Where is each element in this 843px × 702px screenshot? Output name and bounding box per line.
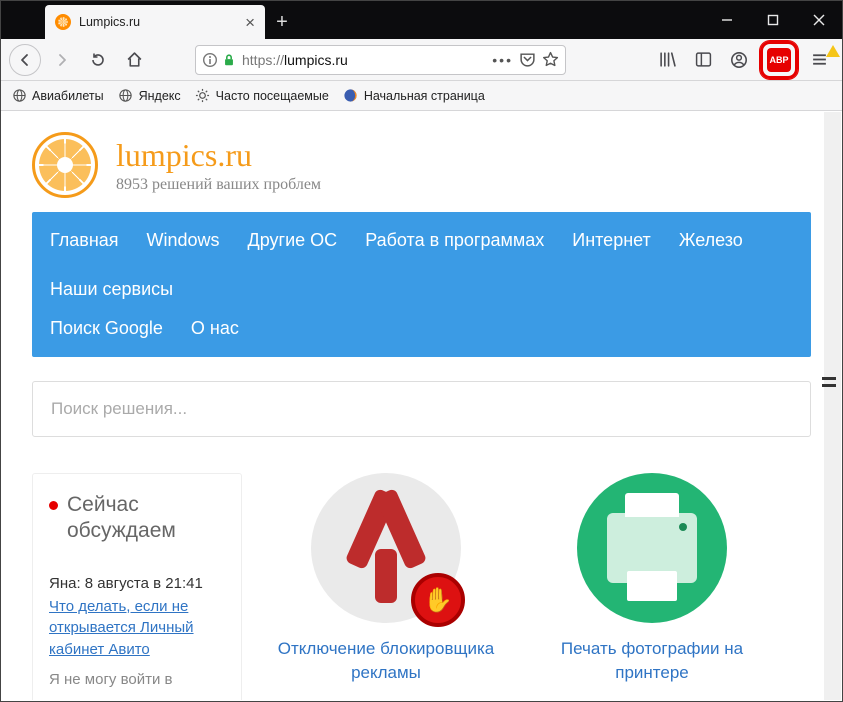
nav-item[interactable]: О нас	[191, 318, 239, 339]
nav-item[interactable]: Интернет	[572, 230, 651, 251]
discuss-title: Сейчас обсуждаем	[49, 492, 225, 545]
home-button[interactable]	[119, 45, 149, 75]
article-card[interactable]: ✋ Отключение блокировщика рекламы	[266, 473, 506, 685]
site-identity[interactable]	[202, 52, 236, 68]
nav-item[interactable]: Железо	[679, 230, 743, 251]
card-image-icon: ✋	[311, 473, 461, 623]
site-logo-icon[interactable]	[32, 132, 98, 198]
gear-icon	[195, 88, 211, 104]
abp-extension-button[interactable]: ABP	[767, 48, 791, 72]
nav-item[interactable]: Поиск Google	[50, 318, 163, 339]
maximize-button[interactable]	[750, 1, 796, 39]
sidebar-icon[interactable]	[688, 45, 718, 75]
site-tagline: 8953 решений ваших проблем	[116, 176, 321, 194]
card-image-icon	[577, 473, 727, 623]
globe-icon	[11, 88, 27, 104]
tab-title: Lumpics.ru	[79, 15, 140, 29]
browser-tab[interactable]: Lumpics.ru ×	[45, 5, 265, 39]
nav-item[interactable]: Другие ОС	[248, 230, 338, 251]
abp-extension-highlight: ABP	[760, 41, 798, 79]
bookmark-start-page[interactable]: Начальная страница	[343, 88, 485, 104]
nav-item[interactable]: Наши сервисы	[50, 279, 173, 300]
info-icon	[202, 52, 218, 68]
nav-item[interactable]: Windows	[147, 230, 220, 251]
minimize-button[interactable]	[704, 1, 750, 39]
discuss-widget: Сейчас обсуждаем Яна: 8 августа в 21:41 …	[32, 473, 242, 700]
bookmark-most-visited[interactable]: Часто посещаемые	[195, 88, 329, 104]
site-title[interactable]: lumpics.ru	[116, 137, 321, 174]
bookmarks-toolbar: Авиабилеты Яндекс Часто посещаемые Начал…	[1, 81, 842, 111]
forward-button[interactable]	[47, 45, 77, 75]
nav-item[interactable]: Работа в программах	[365, 230, 544, 251]
bookmark-label: Авиабилеты	[32, 89, 104, 103]
url-text: https://lumpics.ru	[242, 52, 486, 68]
globe-icon	[118, 88, 134, 104]
library-icon[interactable]	[652, 45, 682, 75]
close-tab-icon[interactable]: ×	[245, 14, 255, 31]
site-nav: Главная Windows Другие ОС Работа в прогр…	[32, 212, 811, 357]
page-content: lumpics.ru 8953 решений ваших проблем Гл…	[2, 112, 841, 700]
nav-toolbar: https://lumpics.ru ••• ABP	[1, 39, 842, 81]
bookmark-label: Начальная страница	[364, 89, 485, 103]
site-search-input[interactable]: Поиск решения...	[32, 381, 811, 437]
toolbar-right: ABP	[652, 41, 834, 79]
discuss-link[interactable]: Что делать, если не открывается Личный к…	[49, 596, 225, 661]
search-placeholder: Поиск решения...	[51, 399, 187, 419]
close-window-button[interactable]	[796, 1, 842, 39]
bookmark-yandex[interactable]: Яндекс	[118, 88, 181, 104]
article-card[interactable]: Печать фотографии на принтере	[532, 473, 772, 685]
tab-strip: Lumpics.ru × +	[45, 1, 299, 39]
bookmark-star-icon[interactable]	[542, 51, 559, 68]
site-header: lumpics.ru 8953 решений ваших проблем	[2, 112, 841, 212]
block-badge-icon: ✋	[411, 573, 465, 627]
side-handle-icon[interactable]	[819, 372, 839, 392]
account-icon[interactable]	[724, 45, 754, 75]
pocket-icon[interactable]	[519, 51, 536, 68]
back-button[interactable]	[9, 44, 41, 76]
new-tab-button[interactable]: +	[265, 5, 299, 39]
lock-icon	[222, 53, 236, 67]
bookmark-aviabilety[interactable]: Авиабилеты	[11, 88, 104, 104]
page-actions-icon[interactable]: •••	[492, 52, 513, 68]
reload-button[interactable]	[83, 45, 113, 75]
discuss-text: Я не могу войти в	[49, 671, 225, 688]
article-cards: ✋ Отключение блокировщика рекламы Печать…	[266, 473, 811, 685]
firefox-icon	[343, 88, 359, 104]
bookmark-label: Часто посещаемые	[216, 89, 329, 103]
bookmark-label: Яндекс	[139, 89, 181, 103]
nav-item[interactable]: Главная	[50, 230, 119, 251]
window-titlebar: Lumpics.ru × +	[1, 1, 842, 39]
favicon-icon	[55, 14, 71, 30]
url-bar[interactable]: https://lumpics.ru •••	[195, 45, 566, 75]
warning-icon	[826, 45, 840, 57]
card-label: Отключение блокировщика рекламы	[266, 637, 506, 685]
discuss-meta: Яна: 8 августа в 21:41	[49, 575, 225, 592]
card-label: Печать фотографии на принтере	[532, 637, 772, 685]
